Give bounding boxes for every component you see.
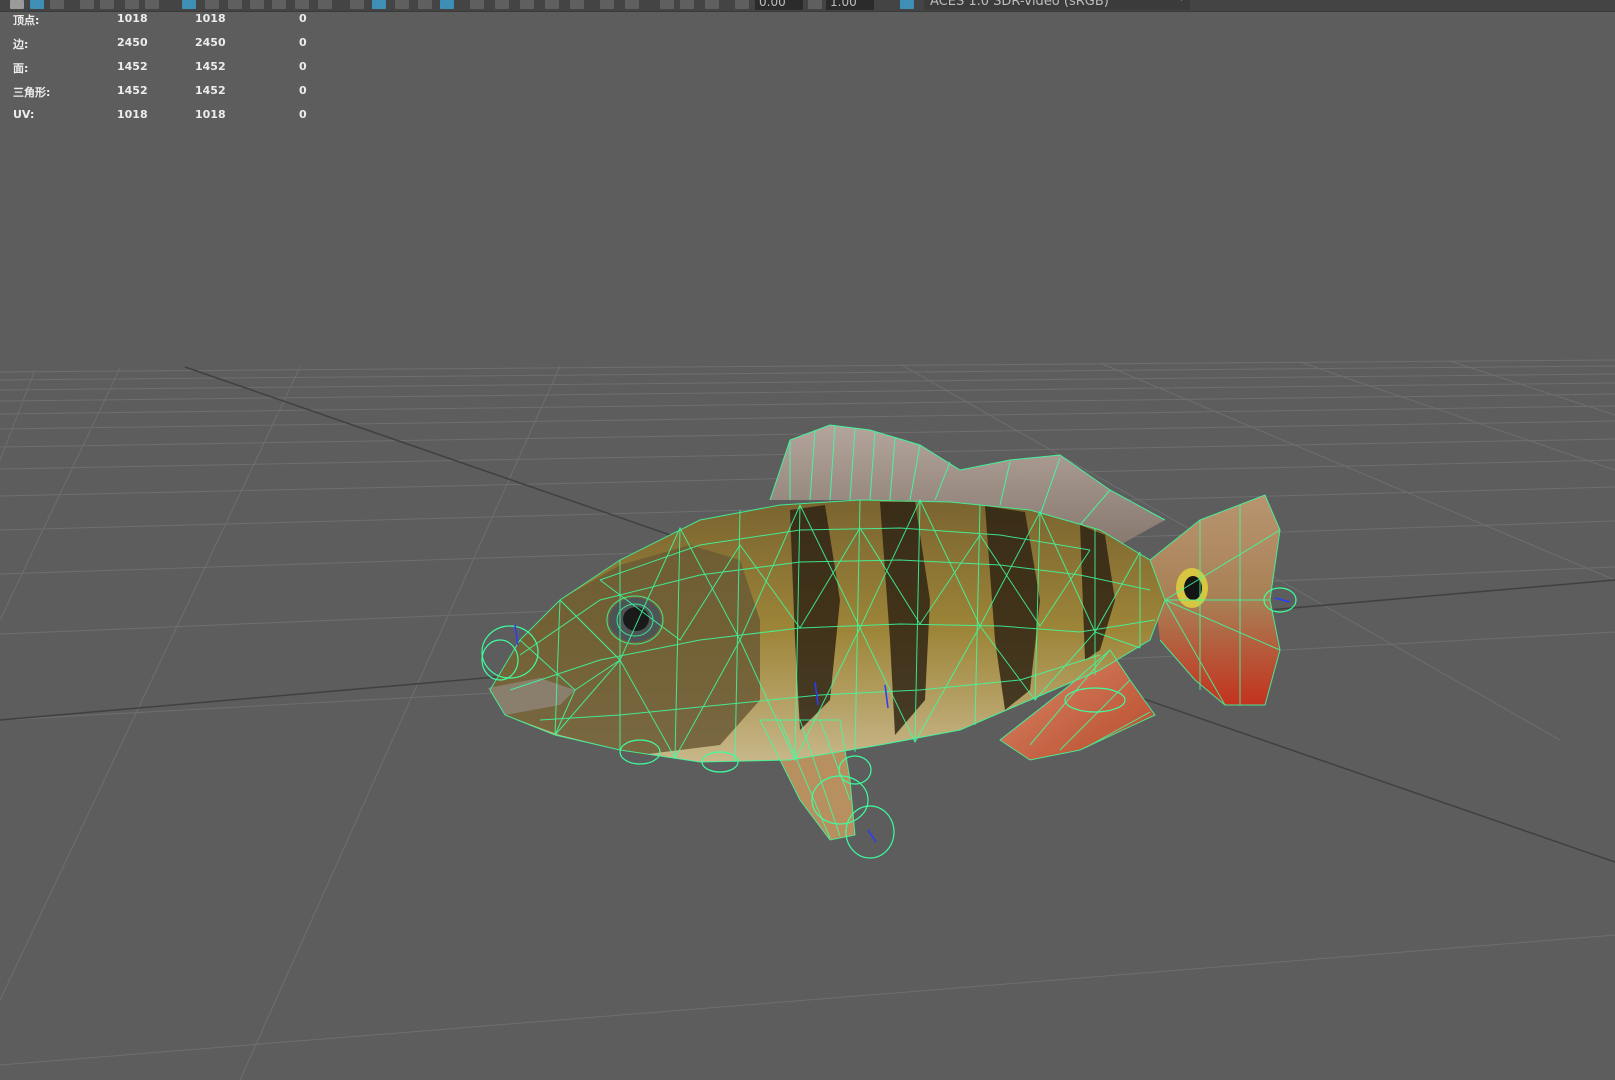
- hud-label: 边:: [13, 38, 29, 51]
- 2d-pan-zoom-icon[interactable]: [100, 0, 114, 9]
- use-all-lights-icon[interactable]: [418, 0, 432, 9]
- hud-row-uvs: UV: 1018 1018 0: [13, 108, 313, 132]
- hud-value-scene: 1452: [117, 84, 148, 97]
- wireframe-on-shaded-icon[interactable]: [372, 0, 386, 9]
- fish-model[interactable]: [481, 424, 1297, 859]
- wireframe-icon[interactable]: [318, 0, 332, 9]
- anti-aliasing-icon[interactable]: [545, 0, 559, 9]
- hud-row-vertices: 顶点: 1018 1018 0: [13, 12, 313, 36]
- camera-attributes-icon[interactable]: [30, 0, 44, 9]
- hud-value-object: 2450: [195, 36, 226, 49]
- hud-label: UV:: [13, 108, 35, 121]
- shadows-icon[interactable]: [470, 0, 484, 9]
- perspective-viewport[interactable]: 0.00 1.00 ACES 1.0 SDR-video (sRGB) ▾ 顶点…: [0, 0, 1615, 1080]
- view-transform-value: ACES 1.0 SDR-video (sRGB): [930, 0, 1109, 9]
- xray-joints-icon[interactable]: [625, 0, 639, 9]
- exposure-reset-icon[interactable]: [735, 0, 749, 9]
- hud-value-selected: 0: [299, 84, 307, 97]
- hud-label: 面:: [13, 62, 29, 75]
- smooth-shade-icon[interactable]: [350, 0, 364, 9]
- gamma-reset-icon[interactable]: [808, 0, 822, 9]
- image-plane-icon[interactable]: [80, 0, 94, 9]
- hud-value-selected: 0: [299, 12, 307, 25]
- gamma-field[interactable]: 1.00: [826, 0, 874, 10]
- hud-label: 三角形:: [13, 86, 51, 99]
- hud-label: 顶点:: [13, 14, 40, 27]
- view-transform-icon[interactable]: [705, 0, 719, 9]
- hud-value-object: 1452: [195, 60, 226, 73]
- viewport-toolbar: 0.00 1.00 ACES 1.0 SDR-video (sRGB) ▾: [0, 0, 1615, 12]
- exposure-field[interactable]: 0.00: [755, 0, 803, 10]
- motion-blur-icon[interactable]: [520, 0, 534, 9]
- grid-toggle-icon[interactable]: [145, 0, 159, 9]
- poly-count-hud: 顶点: 1018 1018 0 边: 2450 2450 0 面: 1452 1…: [13, 12, 313, 132]
- bookmark-icon[interactable]: [50, 0, 64, 9]
- select-camera-icon[interactable]: [10, 0, 24, 9]
- hud-row-triangles: 三角形: 1452 1452 0: [13, 84, 313, 108]
- hud-value-scene: 1018: [117, 108, 148, 121]
- hud-value-object: 1018: [195, 12, 226, 25]
- xray-icon[interactable]: [440, 0, 454, 9]
- film-gate-icon[interactable]: [182, 0, 196, 9]
- resolution-gate-icon[interactable]: [205, 0, 219, 9]
- scene-canvas[interactable]: [0, 0, 1615, 1080]
- hud-value-scene: 1452: [117, 60, 148, 73]
- hud-value-scene: 2450: [117, 36, 148, 49]
- hud-value-selected: 0: [299, 60, 307, 73]
- hud-row-faces: 面: 1452 1452 0: [13, 60, 313, 84]
- hud-row-edges: 边: 2450 2450 0: [13, 36, 313, 60]
- textured-icon[interactable]: [395, 0, 409, 9]
- field-chart-icon[interactable]: [250, 0, 264, 9]
- grease-pencil-icon[interactable]: [125, 0, 139, 9]
- color-management-icon[interactable]: [900, 0, 914, 9]
- hud-value-selected: 0: [299, 36, 307, 49]
- ambient-occlusion-icon[interactable]: [495, 0, 509, 9]
- depth-of-field-icon[interactable]: [570, 0, 584, 9]
- hud-value-selected: 0: [299, 108, 307, 121]
- chevron-down-icon: ▾: [1179, 0, 1184, 4]
- exposure-icon[interactable]: [660, 0, 674, 9]
- isolate-select-icon[interactable]: [600, 0, 614, 9]
- hud-value-object: 1018: [195, 108, 226, 121]
- gamma-icon[interactable]: [680, 0, 694, 9]
- gate-mask-icon[interactable]: [228, 0, 242, 9]
- safe-title-icon[interactable]: [295, 0, 309, 9]
- view-transform-dropdown[interactable]: ACES 1.0 SDR-video (sRGB) ▾: [924, 0, 1190, 10]
- hud-value-scene: 1018: [117, 12, 148, 25]
- safe-action-icon[interactable]: [272, 0, 286, 9]
- hud-value-object: 1452: [195, 84, 226, 97]
